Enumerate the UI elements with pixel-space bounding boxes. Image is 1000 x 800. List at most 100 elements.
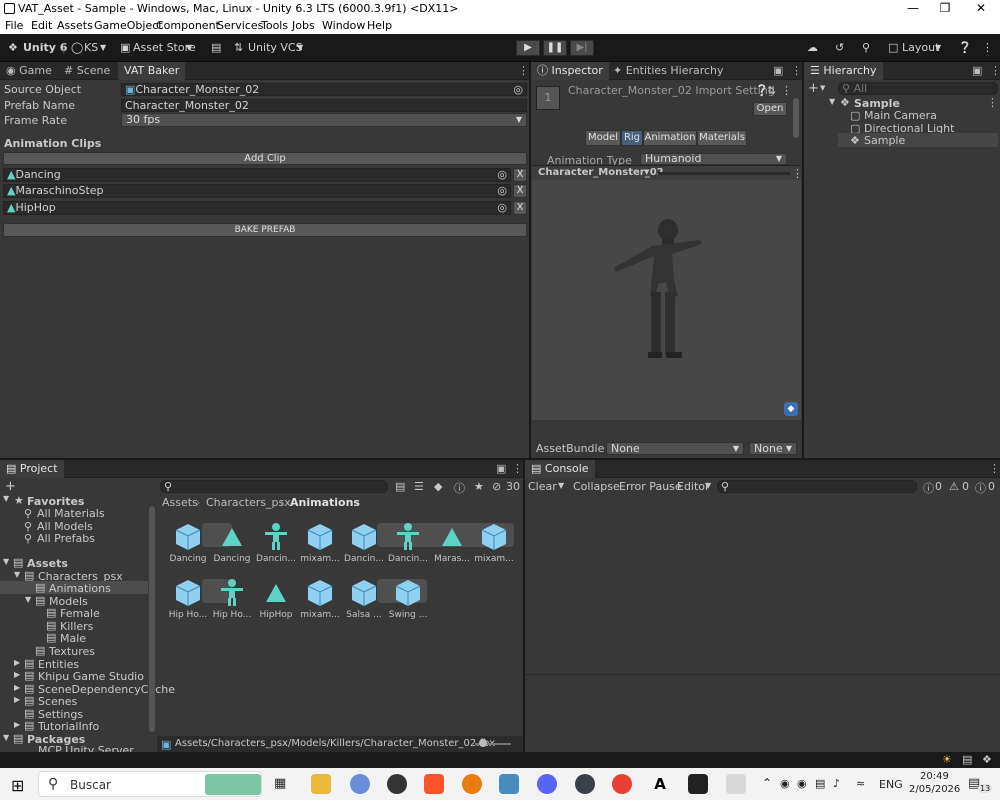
project-search-input[interactable]: ⚲ — [160, 480, 388, 493]
menu-gameobject[interactable]: GameObject — [94, 19, 163, 32]
menu-edit[interactable]: Edit — [31, 19, 52, 32]
clock-date[interactable]: 2/05/2026 — [909, 784, 960, 795]
breadcrumb-assets[interactable]: Assets — [162, 496, 198, 509]
settings-icon[interactable]: ⇅ — [767, 84, 776, 97]
menu-jobs[interactable]: Jobs — [292, 19, 315, 32]
scrollbar[interactable] — [793, 98, 799, 138]
folder-textures[interactable]: Textures — [49, 645, 95, 658]
favorite-all-materials[interactable]: All Materials — [37, 507, 105, 520]
chevron-down-icon[interactable]: ▼ — [558, 481, 564, 490]
assetbundle-dropdown[interactable]: None ▼ — [606, 442, 744, 455]
add-clip-button[interactable]: Add Clip — [3, 152, 527, 165]
asset-item[interactable]: mixam... — [466, 520, 522, 564]
star-icon[interactable]: ★ — [474, 480, 484, 493]
warning-icon[interactable]: ⚠ — [949, 480, 959, 493]
subtab-animation[interactable]: Animation — [643, 130, 697, 146]
tab-game[interactable]: ◉ Game — [0, 62, 58, 80]
chevron-right-icon[interactable]: ▶ — [14, 720, 20, 729]
frame-rate-dropdown[interactable]: 30 fps ▼ — [121, 113, 527, 127]
tab-project[interactable]: ▤ Project — [0, 460, 64, 478]
brave-browser-icon[interactable] — [424, 774, 444, 794]
tab-console[interactable]: ▤ Console — [525, 460, 595, 478]
subtab-model[interactable]: Model — [585, 130, 621, 146]
menu-window[interactable]: Window — [322, 19, 365, 32]
error-icon[interactable]: ⓘ — [975, 480, 986, 496]
hierarchy-item-sample[interactable]: Sample — [864, 134, 905, 147]
animation-type-dropdown[interactable]: Humanoid ▼ — [640, 153, 787, 165]
hierarchy-search-input[interactable]: ⚲ All — [838, 82, 998, 95]
task-view-icon[interactable]: ▦ — [274, 776, 286, 791]
help-icon[interactable]: ❔ — [958, 40, 972, 56]
more-icon[interactable]: ⋮ — [982, 40, 993, 56]
search-icon[interactable]: ⚲ — [862, 40, 870, 56]
chevron-down-icon[interactable]: ▼ — [3, 494, 9, 503]
more-icon[interactable]: ⋮ — [987, 96, 998, 109]
breadcrumb-animations[interactable]: Animations — [290, 496, 360, 509]
icon-size-slider-thumb[interactable] — [479, 739, 487, 747]
blender-icon[interactable] — [462, 774, 482, 794]
steam-icon[interactable] — [575, 774, 595, 794]
object-picker-icon[interactable]: ◎ — [497, 185, 507, 196]
folder-animations[interactable]: Animations — [49, 582, 111, 595]
favorite-all-prefabs[interactable]: All Prefabs — [37, 532, 95, 545]
prefab-name-input[interactable]: Character_Monster_02 — [121, 99, 527, 112]
source-object-field[interactable]: ▣Character_Monster_02 ◎ — [121, 83, 527, 96]
tab-scene[interactable]: # Scene — [58, 62, 116, 80]
chevron-right-icon[interactable]: ▶ — [14, 658, 20, 667]
tab-entities-hierarchy[interactable]: ✦ Entities Hierarchy — [607, 62, 730, 80]
tab-inspector[interactable]: ⓘ Inspector — [531, 62, 609, 80]
tray-app-icon[interactable]: ◉ — [780, 777, 790, 790]
minimize-icon[interactable]: — — [896, 0, 930, 18]
add-icon[interactable]: + — [808, 81, 819, 96]
menu-assets[interactable]: Assets — [57, 19, 93, 32]
package-mcp-unity-server[interactable]: MCP Unity Server — [38, 744, 134, 752]
menu-help[interactable]: Help — [367, 19, 392, 32]
clip-field-dancing[interactable]: ▲Dancing ◎ — [3, 168, 511, 182]
tray-app-icon[interactable]: ◉ — [797, 777, 807, 790]
clip-field-hiphop[interactable]: ▲HipHop ◎ — [3, 201, 511, 215]
play-button[interactable]: ▶ — [516, 40, 540, 56]
selected-row[interactable] — [838, 133, 998, 147]
remove-clip-button[interactable]: X — [513, 168, 527, 182]
step-button[interactable]: ▶| — [570, 40, 594, 56]
cloud-icon[interactable]: ☁ — [807, 40, 818, 56]
debug-icon[interactable]: ❖ — [982, 753, 992, 766]
folder-scenes[interactable]: Scenes — [38, 695, 77, 708]
menu-file[interactable]: File — [5, 19, 23, 32]
hidden-count[interactable]: 30 — [506, 480, 520, 493]
chevron-up-icon[interactable]: ⌃ — [762, 776, 772, 790]
network-icon[interactable]: ≈ — [856, 777, 865, 790]
chevron-down-icon[interactable]: ▼ — [3, 733, 9, 742]
tag-icon[interactable]: ◆ — [434, 480, 442, 493]
info-icon[interactable]: ⓘ — [923, 480, 934, 496]
object-picker-icon[interactable]: ◎ — [513, 84, 523, 95]
console-search-input[interactable]: ⚲ — [717, 480, 917, 493]
language-indicator[interactable]: ENG — [879, 778, 903, 791]
chevron-down-icon[interactable]: ▼ — [14, 570, 20, 579]
cache-icon[interactable]: ▤ — [962, 753, 972, 766]
tag-icon[interactable]: ◆ — [784, 402, 798, 416]
remove-clip-button[interactable]: X — [513, 201, 527, 215]
console-collapse-button[interactable]: Collapse — [573, 480, 620, 493]
filter-icon[interactable]: ☰ — [414, 480, 424, 493]
close-icon[interactable]: ✕ — [964, 0, 998, 18]
volume-icon[interactable]: ♪ — [833, 777, 840, 790]
unity-hub-icon[interactable] — [387, 774, 407, 794]
hierarchy-item-main-camera[interactable]: Main Camera — [864, 109, 937, 122]
more-icon[interactable]: ⋮ — [781, 84, 792, 97]
tray-app-icon[interactable]: ▤ — [815, 777, 825, 790]
clip-field-maraschinostep[interactable]: ▲MaraschinoStep ◎ — [3, 184, 511, 198]
assetbundle-variant-dropdown[interactable]: None ▼ — [749, 442, 797, 455]
app-icon[interactable] — [350, 774, 370, 794]
folder-male[interactable]: Male — [60, 632, 86, 645]
chevron-right-icon[interactable]: ▶ — [14, 695, 20, 704]
chevron-down-icon[interactable]: ▼ — [3, 557, 9, 566]
folder-tutorialinfo[interactable]: TutorialInfo — [38, 720, 99, 733]
chevron-right-icon[interactable]: ▶ — [14, 683, 20, 692]
lighting-icon[interactable]: ☀ — [942, 753, 952, 766]
preview-timeline[interactable] — [658, 172, 790, 175]
chrome-icon[interactable] — [612, 774, 632, 794]
discord-icon[interactable] — [537, 774, 557, 794]
vcs-button[interactable]: Unity VCS — [248, 40, 303, 56]
terminal-icon[interactable] — [688, 774, 708, 794]
